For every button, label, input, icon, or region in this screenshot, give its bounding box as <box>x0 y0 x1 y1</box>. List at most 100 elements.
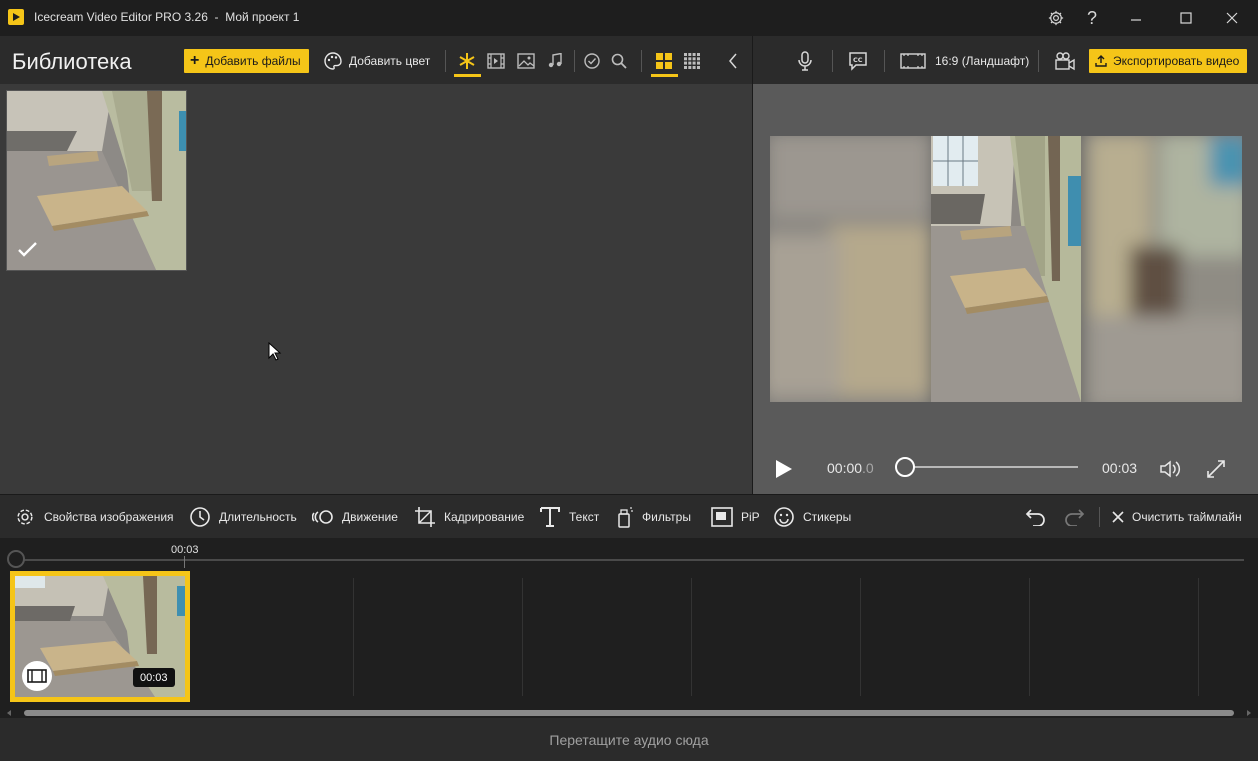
timeline-clip[interactable]: 00:03 <box>10 571 190 702</box>
title-bar: Icecream Video Editor PRO 3.26 - Мой про… <box>0 0 1258 36</box>
add-files-button[interactable]: + Добавить файлы <box>184 49 309 73</box>
seek-track[interactable] <box>905 466 1078 468</box>
scroll-right-arrow-icon[interactable] <box>1246 710 1252 716</box>
gear-icon <box>17 509 33 525</box>
help-icon[interactable]: ? <box>1080 0 1104 36</box>
search-icon[interactable] <box>607 50 631 72</box>
scroll-left-arrow-icon[interactable] <box>6 710 12 716</box>
fullscreen-expand-icon[interactable] <box>1205 458 1227 480</box>
library-title: Библиотека <box>12 49 132 74</box>
plus-icon: + <box>190 52 200 69</box>
collapse-panel-chevron-left-icon[interactable] <box>722 50 744 72</box>
large-grid-view-icon[interactable] <box>652 50 676 72</box>
text-button[interactable]: Текст <box>539 495 599 539</box>
video-camera-icon[interactable] <box>1053 50 1077 72</box>
clear-x-icon <box>1112 511 1124 523</box>
playback-bar: 00:00.0 00:03 <box>753 444 1258 494</box>
volume-icon[interactable] <box>1158 458 1184 480</box>
add-color-button[interactable]: Добавить цвет <box>323 49 430 73</box>
timeline: 00:03 00:03 <box>0 538 1258 708</box>
duration-label: Длительность <box>219 510 297 524</box>
pip-label: PiP <box>741 510 760 524</box>
audio-drop-zone[interactable]: Перетащите аудио сюда <box>0 718 1258 761</box>
filter-video-icon[interactable] <box>484 50 508 72</box>
filter-audio-icon[interactable] <box>543 50 567 72</box>
add-files-label: Добавить файлы <box>205 54 301 68</box>
total-time: 00:03 <box>1102 460 1138 476</box>
maximize-icon[interactable] <box>1170 0 1202 36</box>
divider <box>884 50 885 72</box>
preview-frame <box>770 136 1242 402</box>
upload-icon <box>1095 55 1107 67</box>
pip-icon <box>711 507 733 527</box>
preview-panel: 00:00.0 00:03 <box>752 84 1258 494</box>
clear-timeline-button[interactable]: Очистить таймлайн <box>1112 495 1242 539</box>
aspect-ratio-selector[interactable]: 16:9 (Ландшафт) <box>935 49 1029 73</box>
small-grid-view-icon[interactable] <box>680 50 704 72</box>
filters-button[interactable]: Фильтры <box>616 495 691 539</box>
library-panel <box>0 84 752 494</box>
stickers-label: Стикеры <box>803 510 852 524</box>
divider <box>832 50 833 72</box>
ruler-line <box>16 559 1244 561</box>
mouse-cursor-icon <box>268 342 282 361</box>
filter-spray-icon <box>618 507 633 528</box>
close-icon[interactable] <box>1216 0 1248 36</box>
image-properties-label: Свойства изображения <box>44 510 174 524</box>
edit-toolbar: Свойства изображения Длительность Движен… <box>0 494 1258 538</box>
track-divider <box>860 578 861 696</box>
image-properties-button[interactable]: Свойства изображения <box>14 495 174 539</box>
text-t-icon <box>540 507 560 527</box>
clip-duration-badge: 00:03 <box>133 668 175 687</box>
ruler-mark-label: 00:03 <box>171 544 199 556</box>
filter-image-icon[interactable] <box>514 50 538 72</box>
divider <box>574 50 575 72</box>
crop-icon <box>415 507 435 527</box>
motion-button[interactable]: Движение <box>312 495 398 539</box>
window-title: Icecream Video Editor PRO 3.26 - Мой про… <box>34 10 300 24</box>
minimize-icon[interactable] <box>1120 0 1152 36</box>
library-media-thumbnail[interactable] <box>6 90 187 271</box>
export-video-label: Экспортировать видео <box>1113 54 1240 68</box>
clock-icon <box>190 507 210 527</box>
audio-drop-hint: Перетащите аудио сюда <box>549 731 709 748</box>
filter-all-star-icon[interactable] <box>455 50 479 72</box>
current-time: 00:00.0 <box>827 460 874 476</box>
pip-button[interactable]: PiP <box>711 495 760 539</box>
play-icon[interactable] <box>773 458 795 480</box>
seek-handle[interactable] <box>895 457 915 477</box>
preview-video-frame <box>770 136 1242 402</box>
settings-gear-icon[interactable] <box>1040 0 1072 36</box>
crop-button[interactable]: Кадрирование <box>414 495 524 539</box>
timeline-scrollbar[interactable] <box>0 708 1258 718</box>
preview-header: CC 16:9 (Ландшафт) Экспортировать видео <box>752 36 1258 84</box>
motion-label: Движение <box>342 510 398 524</box>
redo-icon[interactable] <box>1062 505 1086 529</box>
track-divider <box>1029 578 1030 696</box>
crop-label: Кадрирование <box>444 510 525 524</box>
library-header: Библиотека + Добавить файлы Добавить цве… <box>0 36 752 84</box>
timeline-ruler[interactable]: 00:03 <box>0 538 1258 568</box>
current-time-main: 00:00 <box>827 460 863 476</box>
text-label: Текст <box>569 510 600 524</box>
timeline-scroll-thumb[interactable] <box>24 710 1234 716</box>
track-divider <box>522 578 523 696</box>
unused-filter-icon[interactable] <box>580 50 604 72</box>
add-color-label: Добавить цвет <box>349 54 431 68</box>
playhead-handle[interactable] <box>7 550 25 568</box>
palette-icon <box>324 52 342 70</box>
subtitles-cc-icon[interactable]: CC <box>847 50 869 72</box>
motion-icon <box>312 510 333 524</box>
app-logo-icon <box>8 9 24 25</box>
track-divider <box>1198 578 1199 696</box>
active-view-indicator <box>651 74 678 77</box>
export-video-button[interactable]: Экспортировать видео <box>1089 49 1248 73</box>
stickers-button[interactable]: Стикеры <box>773 495 851 539</box>
svg-text:CC: CC <box>853 56 863 64</box>
aspect-ratio-icon[interactable] <box>900 50 926 72</box>
track-divider <box>353 578 354 696</box>
microphone-icon[interactable] <box>795 50 815 72</box>
undo-icon[interactable] <box>1024 505 1048 529</box>
duration-button[interactable]: Длительность <box>189 495 297 539</box>
clip-type-film-icon <box>22 661 52 691</box>
